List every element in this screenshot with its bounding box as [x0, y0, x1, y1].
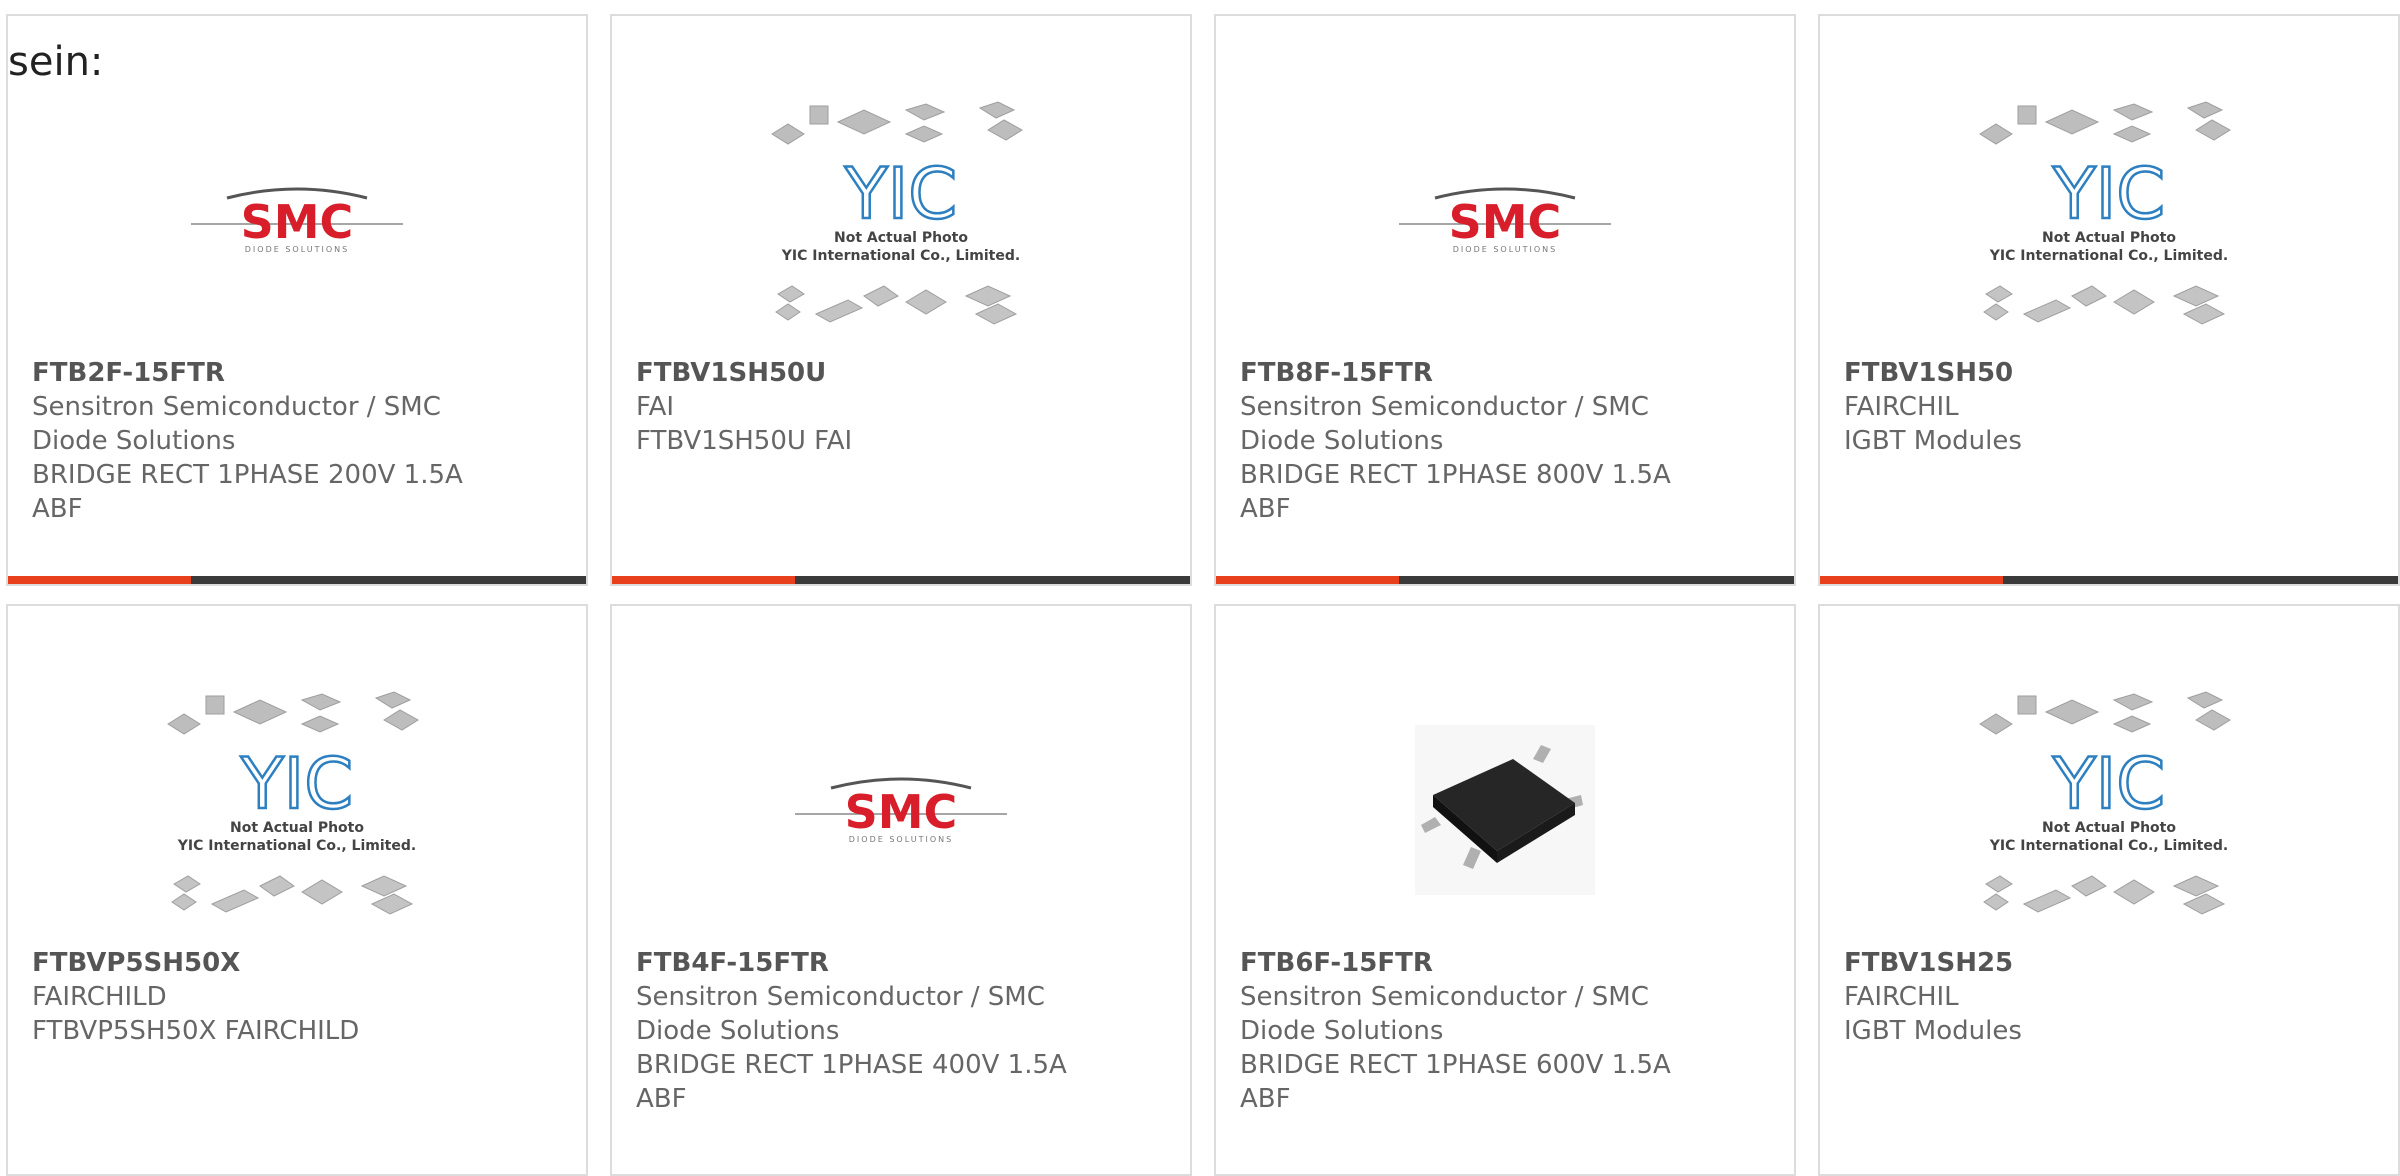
- card-bar-accent: [1820, 576, 2003, 584]
- product-image[interactable]: YIC Not Actual Photo YIC International Co.…: [612, 60, 1190, 380]
- product-info: FTBV1SH50U FAI FTBV1SH50U FAI: [636, 356, 1174, 458]
- product-image[interactable]: SMC DIODE SOLUTIONS: [8, 60, 586, 380]
- product-detail-line: FTBVP5SH50X FAIRCHILD: [32, 1016, 360, 1046]
- part-number[interactable]: FTB6F-15FTR: [1240, 946, 1778, 980]
- smc-logo-text: SMC: [1449, 195, 1562, 249]
- product-card[interactable]: SMC DIODE SOLUTIONS FTB8F-15FTR Sensitron S…: [1214, 14, 1796, 586]
- yic-logo-text: YIC: [844, 153, 957, 235]
- part-number[interactable]: FTB8F-15FTR: [1240, 356, 1778, 390]
- product-detail-line: Diode Solutions: [1240, 426, 1444, 456]
- card-bottom-bar: [1820, 576, 2398, 584]
- part-number[interactable]: FTB4F-15FTR: [636, 946, 1174, 980]
- smc-logo: SMCDIODE SOLUTIONS: [1399, 187, 1611, 254]
- product-detail-line: ABF: [32, 494, 83, 524]
- smc-logo-text: SMC: [845, 785, 958, 839]
- placeholder-company: YIC International Co., Limited.: [177, 838, 416, 854]
- part-number[interactable]: FTB2F-15FTR: [32, 356, 570, 390]
- product-card[interactable]: YIC Not Actual Photo YIC International Co.…: [1818, 604, 2400, 1176]
- product-detail-line: Diode Solutions: [1240, 1016, 1444, 1046]
- product-image[interactable]: YIC Not Actual Photo YIC International Co.…: [1820, 60, 2398, 380]
- product-detail-line: FAIRCHIL: [1844, 982, 1959, 1012]
- yic-placeholder-image: YICNot Actual Photo YIC International Co.…: [1979, 691, 2231, 915]
- placeholder-caption: Not Actual Photo: [834, 230, 968, 246]
- product-info: FTB4F-15FTR Sensitron Semiconductor / SMC…: [636, 946, 1174, 1116]
- product-image[interactable]: SMC DIODE SOLUTIONS: [612, 650, 1190, 970]
- product-card[interactable]: SMC DIODE SOLUTIONS FTB4F-15FTR Sensitron S…: [610, 604, 1192, 1176]
- product-detail-line: Sensitron Semiconductor / SMC: [1240, 392, 1649, 422]
- product-card[interactable]: YIC Not Actual Photo YIC International Co.…: [1818, 14, 2400, 586]
- placeholder-company: YIC International Co., Limited.: [781, 248, 1020, 264]
- product-info: FTB8F-15FTR Sensitron Semiconductor / SMC…: [1240, 356, 1778, 526]
- card-bottom-bar: [8, 576, 586, 584]
- product-detail-line: IGBT Modules: [1844, 1016, 2022, 1046]
- card-bottom-bar: [612, 576, 1190, 584]
- yic-logo-text: YIC: [240, 743, 353, 825]
- placeholder-caption: Not Actual Photo: [2042, 820, 2176, 836]
- product-detail-line: ABF: [1240, 1084, 1291, 1114]
- intro-text: sein:: [8, 39, 104, 85]
- yic-logo-text: YIC: [2052, 743, 2165, 825]
- product-info: FTBVP5SH50X FAIRCHILD FTBVP5SH50X FAIRCHIL…: [32, 946, 570, 1048]
- part-number[interactable]: FTBVP5SH50X: [32, 946, 570, 980]
- product-detail-line: Sensitron Semiconductor / SMC: [636, 982, 1045, 1012]
- smc-logo-subtitle: DIODE SOLUTIONS: [245, 245, 349, 254]
- product-info: FTB2F-15FTR Sensitron Semiconductor / SMC…: [32, 356, 570, 526]
- bridge-rectifier-photo: [1415, 725, 1595, 895]
- smc-logo-subtitle: DIODE SOLUTIONS: [849, 835, 953, 844]
- smc-logo-subtitle: DIODE SOLUTIONS: [1453, 245, 1557, 254]
- product-detail-line: BRIDGE RECT 1PHASE 800V 1.5A: [1240, 460, 1671, 490]
- yic-placeholder-image: YICNot Actual Photo YIC International Co.…: [167, 691, 419, 915]
- product-detail-line: Diode Solutions: [32, 426, 236, 456]
- product-detail-line: BRIDGE RECT 1PHASE 600V 1.5A: [1240, 1050, 1671, 1080]
- product-card[interactable]: SMC DIODE SOLUTIONS FTB2F-15FTR Sensitron S…: [6, 14, 588, 586]
- part-number[interactable]: FTBV1SH25: [1844, 946, 2382, 980]
- smc-logo: SMCDIODE SOLUTIONS: [795, 777, 1007, 844]
- product-info: FTBV1SH50 FAIRCHIL IGBT Modules: [1844, 356, 2382, 458]
- card-bar-accent: [8, 576, 191, 584]
- placeholder-caption: Not Actual Photo: [2042, 230, 2176, 246]
- placeholder-caption: Not Actual Photo: [230, 820, 364, 836]
- product-image[interactable]: [1216, 650, 1794, 970]
- product-detail-line: FAIRCHILD: [32, 982, 167, 1012]
- placeholder-company: YIC International Co., Limited.: [1989, 838, 2228, 854]
- product-card[interactable]: YIC Not Actual Photo YIC International Co.…: [610, 14, 1192, 586]
- placeholder-company: YIC International Co., Limited.: [1989, 248, 2228, 264]
- product-card[interactable]: FTB6F-15FTR Sensitron Semiconductor / SMC…: [1214, 604, 1796, 1176]
- card-bar-accent: [612, 576, 795, 584]
- product-detail-line: FAI: [636, 392, 675, 422]
- product-detail-line: ABF: [1240, 494, 1291, 524]
- product-detail-line: Diode Solutions: [636, 1016, 840, 1046]
- product-card[interactable]: YIC Not Actual Photo YIC International Co.…: [6, 604, 588, 1176]
- product-detail-line: IGBT Modules: [1844, 426, 2022, 456]
- card-bottom-bar: [1216, 576, 1794, 584]
- product-detail-line: Sensitron Semiconductor / SMC: [1240, 982, 1649, 1012]
- product-detail-line: BRIDGE RECT 1PHASE 400V 1.5A: [636, 1050, 1067, 1080]
- part-number[interactable]: FTBV1SH50U: [636, 356, 1174, 390]
- yic-logo-text: YIC: [2052, 153, 2165, 235]
- smc-logo-text: SMC: [241, 195, 354, 249]
- product-info: FTBV1SH25 FAIRCHIL IGBT Modules: [1844, 946, 2382, 1048]
- part-number[interactable]: FTBV1SH50: [1844, 356, 2382, 390]
- product-detail-line: FTBV1SH50U FAI: [636, 426, 853, 456]
- yic-placeholder-image: YICNot Actual Photo YIC International Co.…: [1979, 101, 2231, 325]
- smc-logo: SMCDIODE SOLUTIONS: [191, 187, 403, 254]
- product-image[interactable]: YIC Not Actual Photo YIC International Co.…: [8, 650, 586, 970]
- product-image[interactable]: SMC DIODE SOLUTIONS: [1216, 60, 1794, 380]
- product-detail-line: BRIDGE RECT 1PHASE 200V 1.5A: [32, 460, 463, 490]
- product-detail-line: ABF: [636, 1084, 687, 1114]
- product-detail-line: FAIRCHIL: [1844, 392, 1959, 422]
- product-info: FTB6F-15FTR Sensitron Semiconductor / SMC…: [1240, 946, 1778, 1116]
- yic-placeholder-image: YICNot Actual Photo YIC International Co.…: [771, 101, 1023, 325]
- product-detail-line: Sensitron Semiconductor / SMC: [32, 392, 441, 422]
- product-image[interactable]: YIC Not Actual Photo YIC International Co.…: [1820, 650, 2398, 970]
- card-bar-accent: [1216, 576, 1399, 584]
